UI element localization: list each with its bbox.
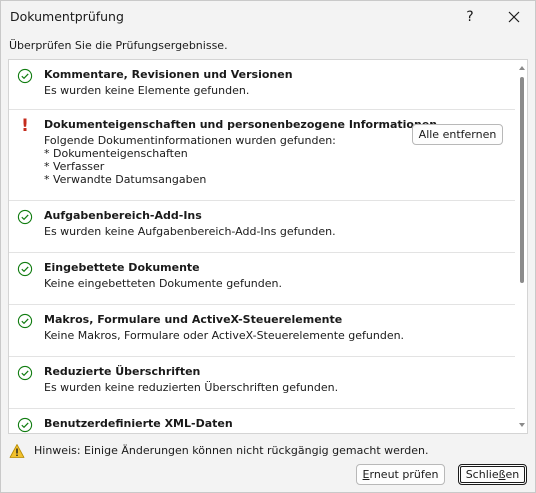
- recheck-accelerator: E: [362, 468, 370, 481]
- result-text: Es wurden keine Aufgabenbereich-Add-Ins …: [44, 225, 336, 238]
- result-line: Es wurden keine Elemente gefunden.: [44, 84, 250, 97]
- exclamation-icon: !: [21, 116, 29, 136]
- results-list-content: Kommentare, Revisionen und Versionen Es …: [9, 60, 515, 433]
- result-text: Es wurden keine reduzierten Überschrifte…: [44, 381, 338, 394]
- close-window-button[interactable]: [499, 3, 529, 31]
- result-line: * Verfasser: [44, 160, 105, 173]
- instruction-text: Überprüfen Sie die Prüfungsergebnisse.: [9, 39, 228, 52]
- warning-triangle-icon: [9, 444, 25, 458]
- close-icon: [508, 11, 520, 23]
- result-line: * Verwandte Datumsangaben: [44, 173, 207, 186]
- check-circle-icon: [17, 261, 33, 277]
- warning-note: Hinweis: Einige Änderungen können nicht …: [9, 442, 529, 460]
- result-heading: Eingebettete Dokumente: [44, 261, 200, 274]
- vertical-scrollbar[interactable]: [516, 60, 527, 433]
- result-text: Keine Makros, Formulare oder ActiveX-Ste…: [44, 329, 404, 342]
- close-accelerator: ß: [498, 468, 506, 481]
- result-line: Es wurden keine Aufgabenbereich-Add-Ins …: [44, 225, 336, 238]
- close-label-start: Schlie: [465, 468, 499, 481]
- scroll-up-arrow-icon[interactable]: [519, 66, 525, 70]
- result-line: * Dokumenteigenschaften: [44, 147, 188, 160]
- result-heading: Makros, Formulare und ActiveX-Steuerelem…: [44, 313, 343, 326]
- result-heading: Benutzerdefinierte XML-Daten: [44, 417, 233, 430]
- recheck-label: rneut prüfen: [369, 468, 439, 481]
- dialog-title: Dokumentprüfung: [10, 9, 124, 24]
- scroll-down-arrow-icon[interactable]: [519, 423, 525, 427]
- scrollbar-thumb[interactable]: [520, 77, 524, 283]
- help-label: ?: [466, 9, 474, 25]
- result-text: Es wurden keine Elemente gefunden.: [44, 84, 249, 97]
- check-circle-icon: [17, 417, 33, 433]
- result-item-embedded-documents: Eingebettete Dokumente Keine eingebettet…: [9, 253, 515, 305]
- check-circle-icon: [17, 365, 33, 381]
- document-inspector-dialog: Dokumentprüfung ? Überprüfen Sie die Prü…: [0, 0, 536, 493]
- result-item-comments: Kommentare, Revisionen und Versionen Es …: [9, 60, 515, 110]
- result-line: Es wurden keine reduzierten Überschrifte…: [44, 381, 339, 394]
- result-heading: Kommentare, Revisionen und Versionen: [44, 68, 293, 81]
- title-bar: Dokumentprüfung ?: [1, 1, 535, 33]
- results-list[interactable]: Kommentare, Revisionen und Versionen Es …: [8, 59, 528, 434]
- help-button[interactable]: ?: [457, 3, 483, 31]
- result-line: Folgende Dokumentinformationen wurden ge…: [44, 134, 336, 147]
- warning-note-text: Hinweis: Einige Änderungen können nicht …: [34, 444, 429, 457]
- recheck-button[interactable]: Erneut prüfen: [356, 464, 445, 485]
- result-text: Keine eingebetteten Dokumente gefunden.: [44, 277, 282, 290]
- check-circle-icon: [17, 209, 33, 225]
- result-heading: Reduzierte Überschriften: [44, 365, 201, 378]
- result-item-custom-xml: Benutzerdefinierte XML-Daten: [9, 409, 515, 433]
- result-item-task-pane-addins: Aufgabenbereich-Add-Ins Es wurden keine …: [9, 201, 515, 253]
- result-heading: Aufgabenbereich-Add-Ins: [44, 209, 202, 222]
- remove-all-button[interactable]: Alle entfernen: [412, 124, 503, 145]
- check-circle-icon: [17, 68, 33, 84]
- result-text: Folgende Dokumentinformationen wurden ge…: [44, 134, 336, 186]
- close-button[interactable]: Schlie ß en: [458, 464, 527, 485]
- result-line: Keine eingebetteten Dokumente gefunden.: [44, 277, 282, 290]
- result-item-collapsed-headings: Reduzierte Überschriften Es wurden keine…: [9, 357, 515, 409]
- result-item-document-properties: ! Dokumenteigenschaften und personenbezo…: [9, 110, 515, 201]
- result-line: Keine Makros, Formulare oder ActiveX-Ste…: [44, 329, 405, 342]
- result-heading: Dokumenteigenschaften und personenbezoge…: [44, 118, 438, 131]
- check-circle-icon: [17, 313, 33, 329]
- result-item-macros: Makros, Formulare und ActiveX-Steuerelem…: [9, 305, 515, 357]
- close-label-end: en: [505, 468, 520, 481]
